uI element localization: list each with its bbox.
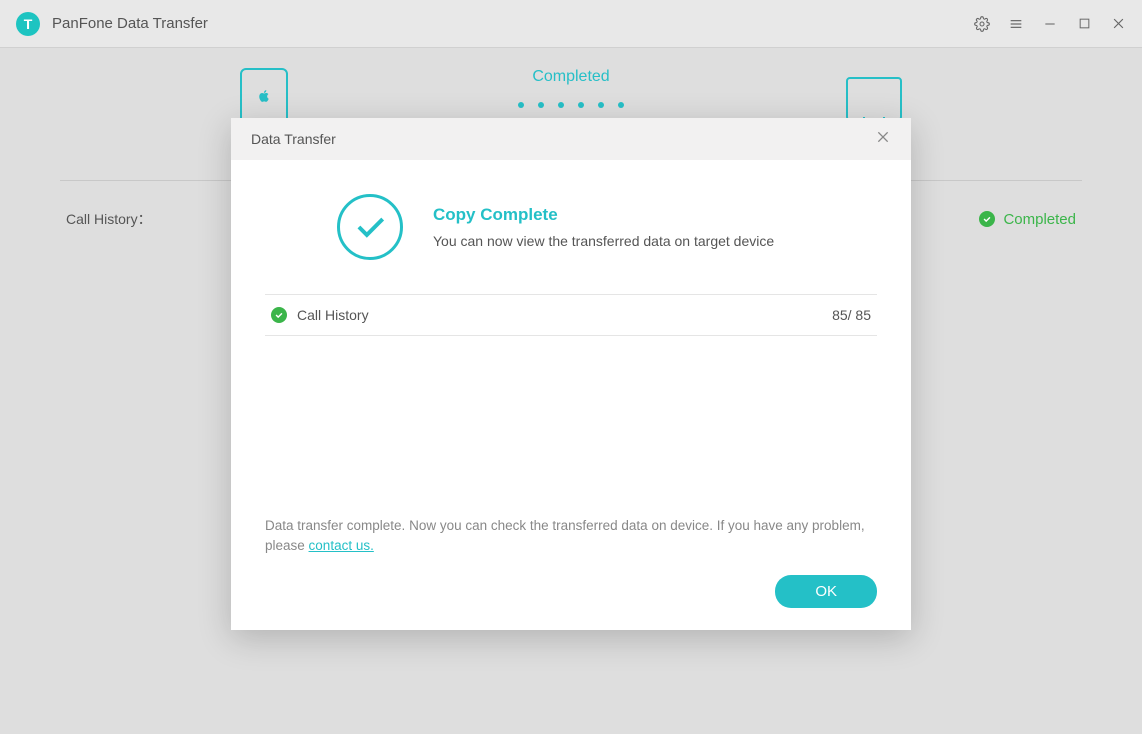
modal-close-icon[interactable] [875, 129, 891, 150]
modal-hero-subtitle: You can now view the transferred data on… [433, 233, 774, 249]
data-transfer-modal: Data Transfer Copy Complete You can now … [231, 118, 911, 630]
modal-title: Data Transfer [251, 131, 875, 147]
ok-button[interactable]: OK [775, 575, 877, 608]
modal-header: Data Transfer [231, 118, 911, 160]
result-item: Call History 85/ 85 [265, 295, 877, 336]
success-check-icon [337, 194, 403, 260]
modal-backdrop: Data Transfer Copy Complete You can now … [0, 0, 1142, 734]
result-item-count: 85/ 85 [832, 307, 871, 323]
result-item-name: Call History [297, 307, 832, 323]
check-circle-icon [271, 307, 297, 323]
contact-us-link[interactable]: contact us. [309, 538, 374, 553]
modal-body: Copy Complete You can now view the trans… [231, 160, 911, 356]
result-list: Call History 85/ 85 [265, 294, 877, 336]
modal-hero-text: Copy Complete You can now view the trans… [433, 205, 774, 249]
modal-hero-title: Copy Complete [433, 205, 774, 225]
modal-footer-text: Data transfer complete. Now you can chec… [265, 516, 877, 557]
modal-footer: Data transfer complete. Now you can chec… [231, 516, 911, 630]
modal-hero: Copy Complete You can now view the trans… [265, 194, 877, 260]
